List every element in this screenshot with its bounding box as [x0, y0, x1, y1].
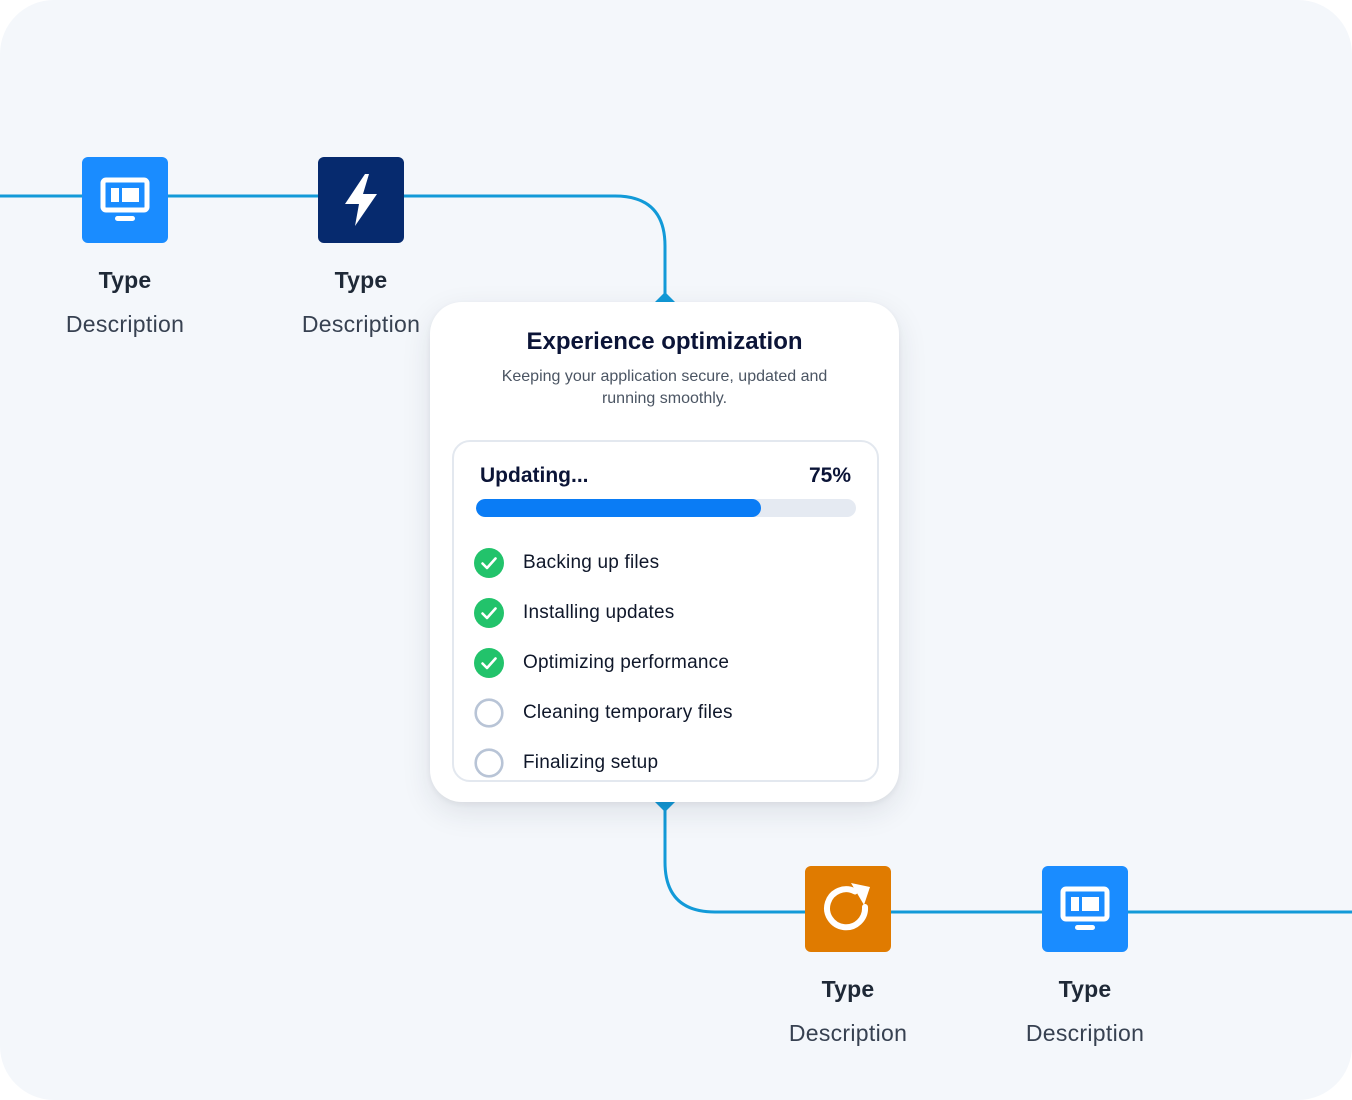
check-circle-icon: [474, 648, 504, 678]
step-item: Cleaning temporary files: [474, 688, 733, 738]
step-item: Finalizing setup: [474, 738, 733, 788]
optimization-card: Experience optimization Keeping your app…: [430, 302, 899, 802]
node-4: Type Description: [1005, 866, 1165, 1047]
step-label: Finalizing setup: [523, 752, 659, 773]
step-status-icon: [474, 698, 504, 728]
node-4-description: Description: [1025, 1020, 1145, 1046]
check-circle-icon: [474, 598, 504, 628]
node-1: Type Description: [45, 157, 205, 338]
step-label: Installing updates: [523, 602, 675, 623]
node-2-description: Description: [301, 311, 421, 337]
step-status-icon: [474, 748, 504, 778]
bottom-connector-anchor: [655, 802, 675, 812]
monitor-icon: [1060, 886, 1110, 930]
node-2: Type Description: [281, 157, 441, 338]
step-status-icon: [474, 648, 504, 678]
pending-circle-icon: [474, 748, 504, 778]
node-3-type: Type: [821, 976, 875, 1002]
status-label: Updating...: [480, 464, 589, 487]
node-1-description: Description: [65, 311, 185, 337]
node-4-tile[interactable]: [1042, 866, 1128, 952]
top-connector-anchor: [655, 292, 675, 302]
node-3-tile[interactable]: [805, 866, 891, 952]
node-2-type: Type: [334, 267, 388, 293]
node-3-description: Description: [788, 1020, 908, 1046]
monitor-icon: [100, 177, 150, 221]
step-label: Backing up files: [523, 552, 660, 573]
check-circle-icon: [474, 548, 504, 578]
card-title: Experience optimization: [526, 328, 803, 355]
step-status-icon: [474, 548, 504, 578]
step-item: Optimizing performance: [474, 638, 733, 688]
step-item: Installing updates: [474, 588, 733, 638]
step-label: Cleaning temporary files: [523, 702, 733, 723]
refresh-icon: [824, 883, 870, 931]
pending-circle-icon: [474, 698, 504, 728]
node-3: Type Description: [768, 866, 928, 1047]
diagram-canvas: Type Description Type Description Type D…: [0, 0, 1352, 1100]
card-subtitle: Keeping your application secure, updated…: [501, 368, 828, 407]
node-1-type: Type: [98, 267, 152, 293]
progress-panel: Updating... 75% Backing up files Install…: [452, 440, 879, 782]
step-list: Backing up files Installing updates Opti…: [474, 538, 733, 788]
step-label: Optimizing performance: [523, 652, 730, 673]
lightning-icon: [345, 174, 377, 226]
node-4-type: Type: [1058, 976, 1112, 1002]
step-item: Backing up files: [474, 538, 733, 588]
node-2-tile[interactable]: [318, 157, 404, 243]
progress-percent: 75%: [808, 464, 851, 487]
step-status-icon: [474, 598, 504, 628]
node-1-tile[interactable]: [82, 157, 168, 243]
progress-track: [476, 499, 856, 517]
progress-fill: [476, 499, 761, 517]
